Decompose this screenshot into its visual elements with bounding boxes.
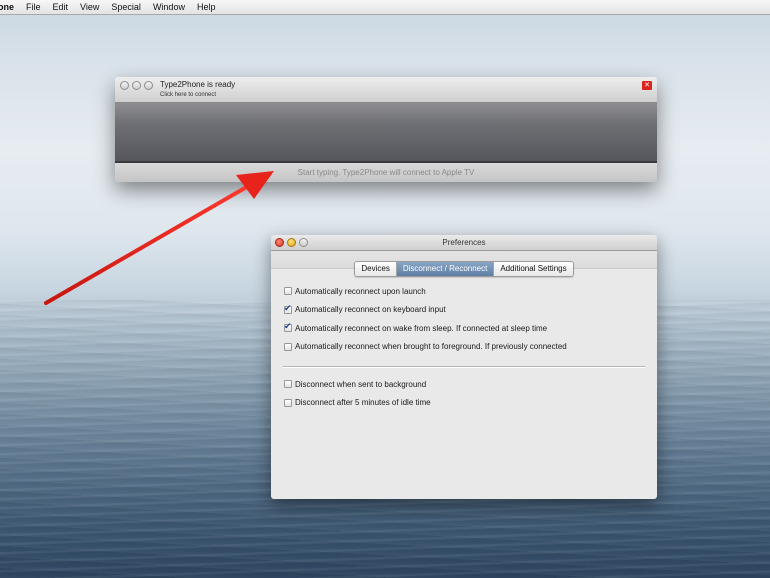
checkbox-reconnect-keyboard[interactable]: [284, 303, 292, 314]
typing-area[interactable]: [115, 103, 657, 163]
app-menu[interactable]: one: [0, 2, 14, 12]
menu-file[interactable]: File: [26, 2, 41, 12]
menu-special[interactable]: Special: [111, 2, 141, 12]
checkbox-disconnect-background[interactable]: [284, 380, 292, 388]
option-row[interactable]: Automatically reconnect on keyboard inpu…: [284, 303, 567, 316]
type2phone-titlebar[interactable]: Type2Phone is ready Click here to connec…: [115, 77, 657, 103]
close-window-button[interactable]: [275, 238, 284, 247]
menu-view[interactable]: View: [80, 2, 99, 12]
minimize-window-button[interactable]: [132, 81, 141, 90]
tab-strip: Devices Disconnect / Reconnect Additiona…: [271, 261, 657, 277]
checkbox-reconnect-foreground[interactable]: [284, 342, 292, 351]
disconnect-options: Disconnect when sent to background Disco…: [284, 378, 431, 415]
minimize-window-button[interactable]: [287, 238, 296, 247]
preferences-window: Preferences Devices Disconnect / Reconne…: [271, 235, 657, 499]
menu-edit[interactable]: Edit: [53, 2, 69, 12]
options-divider: [283, 366, 645, 367]
option-row[interactable]: Disconnect when sent to background: [284, 378, 431, 390]
checkbox-reconnect-wake[interactable]: [284, 321, 292, 332]
option-row[interactable]: Automatically reconnect upon launch: [284, 285, 567, 297]
option-label: Automatically reconnect on keyboard inpu…: [295, 305, 446, 314]
window-controls: [275, 238, 308, 247]
checkbox-reconnect-launch[interactable]: [284, 287, 292, 295]
zoom-window-button[interactable]: [144, 81, 153, 90]
menu-window[interactable]: Window: [153, 2, 185, 12]
option-row[interactable]: Automatically reconnect on wake from sle…: [284, 321, 567, 334]
arrow-shaft: [44, 183, 252, 305]
connect-link[interactable]: Click here to connect: [160, 90, 235, 100]
tab-additional-settings[interactable]: Additional Settings: [494, 262, 573, 276]
menu-bar: one File Edit View Special Window Help: [0, 0, 770, 15]
menu-help[interactable]: Help: [197, 2, 216, 12]
option-label: Disconnect after 5 minutes of idle time: [295, 398, 431, 407]
zoom-window-button[interactable]: [299, 238, 308, 247]
window-title: Type2Phone is ready: [160, 80, 236, 89]
option-label: Automatically reconnect on wake from sle…: [295, 323, 548, 333]
close-window-button[interactable]: [120, 81, 129, 90]
tab-devices[interactable]: Devices: [355, 262, 397, 276]
preferences-titlebar[interactable]: Preferences: [271, 235, 657, 251]
status-bar: Start typing. Type2Phone will connect to…: [115, 163, 657, 182]
option-row[interactable]: Automatically reconnect when brought to …: [284, 341, 567, 353]
type2phone-window: Type2Phone is ready Click here to connec…: [115, 77, 657, 182]
option-label: Automatically reconnect upon launch: [295, 286, 426, 296]
preferences-title: Preferences: [442, 238, 486, 247]
window-controls: [120, 81, 153, 90]
tab-bar: Devices Disconnect / Reconnect Additiona…: [354, 261, 574, 277]
option-label: Automatically reconnect when brought to …: [295, 342, 567, 351]
checkbox-disconnect-idle[interactable]: [284, 398, 292, 407]
connect-prompt[interactable]: Type2Phone is ready Click here to connec…: [160, 80, 235, 100]
close-icon[interactable]: ✕: [642, 81, 652, 90]
reconnect-options: Automatically reconnect upon launch Auto…: [284, 285, 567, 359]
option-label: Disconnect when sent to background: [295, 379, 427, 389]
tab-disconnect-reconnect[interactable]: Disconnect / Reconnect: [396, 262, 495, 276]
option-row[interactable]: Disconnect after 5 minutes of idle time: [284, 397, 431, 409]
